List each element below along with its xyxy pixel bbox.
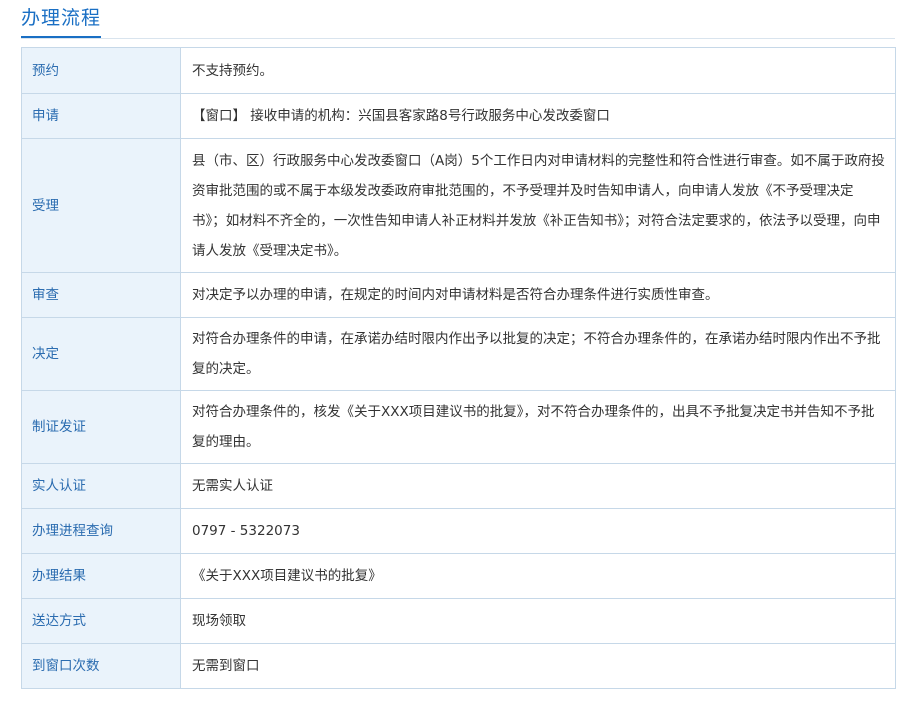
row-certificate-issuance: 制证发证 对符合办理条件的，核发《关于XXX项目建议书的批复》，对不符合办理条件… bbox=[21, 390, 896, 464]
row-value-application: 【窗口】 接收申请的机构：兴国县客家路8号行政服务中心发改委窗口 bbox=[180, 93, 896, 139]
row-label-application: 申请 bbox=[21, 93, 181, 139]
row-value-delivery-method: 现场领取 bbox=[180, 598, 896, 644]
row-label-progress-inquiry: 办理进程查询 bbox=[21, 508, 181, 554]
row-value-review: 对决定予以办理的申请，在规定的时间内对申请材料是否符合办理条件进行实质性审查。 bbox=[180, 272, 896, 318]
row-value-progress-inquiry: 0797 - 5322073 bbox=[180, 508, 896, 554]
row-identity-verification: 实人认证 无需实人认证 bbox=[21, 463, 896, 509]
section-title: 办理流程 bbox=[21, 5, 102, 38]
row-label-acceptance: 受理 bbox=[21, 138, 181, 273]
row-label-delivery-method: 送达方式 bbox=[21, 598, 181, 644]
row-value-window-visits: 无需到窗口 bbox=[180, 643, 896, 689]
row-label-window-visits: 到窗口次数 bbox=[21, 643, 181, 689]
row-result: 办理结果 《关于XXX项目建议书的批复》 bbox=[21, 553, 896, 599]
row-value-appointment: 不支持预约。 bbox=[180, 47, 896, 94]
row-label-decision: 决定 bbox=[21, 317, 181, 391]
row-value-certificate-issuance: 对符合办理条件的，核发《关于XXX项目建议书的批复》，对不符合办理条件的，出具不… bbox=[180, 390, 896, 464]
row-label-review: 审查 bbox=[21, 272, 181, 318]
row-appointment: 预约 不支持预约。 bbox=[21, 47, 896, 94]
row-application: 申请 【窗口】 接收申请的机构：兴国县客家路8号行政服务中心发改委窗口 bbox=[21, 93, 896, 139]
row-window-visits: 到窗口次数 无需到窗口 bbox=[21, 643, 896, 689]
row-decision: 决定 对符合办理条件的申请，在承诺办结时限内作出予以批复的决定；不符合办理条件的… bbox=[21, 317, 896, 391]
process-table: 预约 不支持预约。 申请 【窗口】 接收申请的机构：兴国县客家路8号行政服务中心… bbox=[21, 47, 896, 689]
row-value-decision: 对符合办理条件的申请，在承诺办结时限内作出予以批复的决定；不符合办理条件的，在承… bbox=[180, 317, 896, 391]
row-review: 审查 对决定予以办理的申请，在规定的时间内对申请材料是否符合办理条件进行实质性审… bbox=[21, 272, 896, 318]
row-delivery-method: 送达方式 现场领取 bbox=[21, 598, 896, 644]
row-value-identity-verification: 无需实人认证 bbox=[180, 463, 896, 509]
row-label-certificate-issuance: 制证发证 bbox=[21, 390, 181, 464]
row-label-result: 办理结果 bbox=[21, 553, 181, 599]
row-value-acceptance: 县（市、区）行政服务中心发改委窗口（A岗）5个工作日内对申请材料的完整性和符合性… bbox=[180, 138, 896, 273]
section-header: 办理流程 bbox=[21, 0, 895, 39]
row-progress-inquiry: 办理进程查询 0797 - 5322073 bbox=[21, 508, 896, 554]
row-label-identity-verification: 实人认证 bbox=[21, 463, 181, 509]
row-value-result: 《关于XXX项目建议书的批复》 bbox=[180, 553, 896, 599]
row-acceptance: 受理 县（市、区）行政服务中心发改委窗口（A岗）5个工作日内对申请材料的完整性和… bbox=[21, 138, 896, 273]
process-panel: 办理流程 预约 不支持预约。 申请 【窗口】 接收申请的机构：兴国县客家路8号行… bbox=[0, 0, 920, 702]
row-label-appointment: 预约 bbox=[21, 47, 181, 94]
